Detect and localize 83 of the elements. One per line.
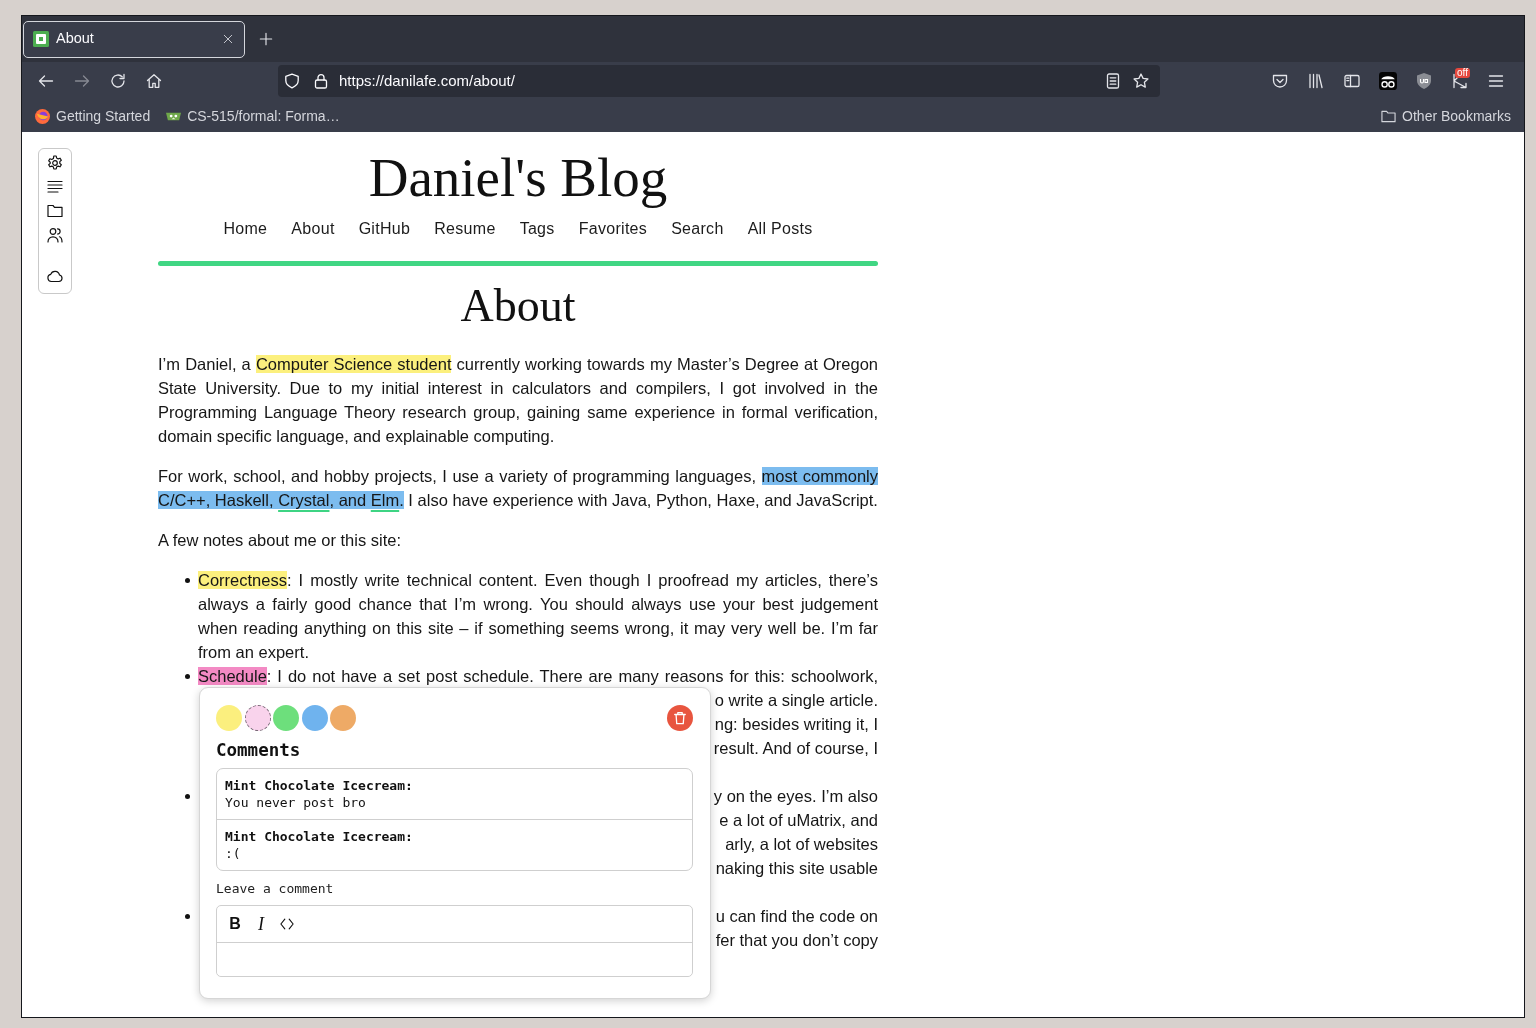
- partial-text: result. And of course, I: [713, 739, 878, 757]
- comment-author: Mint Chocolate Icecream:: [225, 777, 414, 794]
- link[interactable]: Elm: [370, 491, 400, 509]
- nav-link[interactable]: Favorites: [578, 217, 648, 241]
- nav-link[interactable]: All Posts: [747, 217, 813, 241]
- partial-text: e a lot of uMatrix, and: [719, 811, 878, 829]
- nav-link[interactable]: Home: [223, 217, 268, 241]
- cloud-button[interactable]: [47, 268, 63, 284]
- url-text: https://danilafe.com/about/: [339, 70, 516, 91]
- folder-icon: [47, 203, 63, 219]
- comment-author: Mint Chocolate Icecream:: [225, 828, 414, 845]
- lock-icon: [313, 73, 329, 89]
- users-button[interactable]: [47, 227, 63, 243]
- partial-text: arly, a lot of websites: [725, 835, 878, 853]
- nav-link[interactable]: GitHub: [358, 217, 411, 241]
- sidebar-icon: [1344, 73, 1360, 89]
- home-icon: [146, 73, 162, 89]
- partial-text: naking this site usable: [715, 859, 878, 877]
- forward-arrow-icon: [74, 73, 90, 89]
- blog-title[interactable]: Daniel's Blog: [158, 144, 878, 212]
- bullet-icon: [185, 793, 190, 799]
- bookmark-item[interactable]: CS-515/formal: Forma…: [162, 103, 344, 129]
- color-swatch[interactable]: [216, 705, 242, 731]
- nav-link[interactable]: About: [291, 217, 335, 241]
- close-icon: [223, 34, 233, 44]
- document-icon: [1105, 73, 1121, 89]
- folder-icon: [1381, 108, 1397, 124]
- cloud-icon: [47, 268, 63, 284]
- link[interactable]: Crystal: [278, 491, 330, 509]
- color-swatch[interactable]: [273, 705, 299, 731]
- toggle-extension-button[interactable]: off: [1444, 65, 1476, 97]
- text-lines-icon: [47, 179, 63, 195]
- nav-link[interactable]: Search: [671, 217, 724, 241]
- reload-icon: [110, 73, 126, 89]
- bullet-icon: [185, 913, 190, 919]
- page-title: About: [459, 279, 577, 333]
- nav-link[interactable]: Resume: [434, 217, 496, 241]
- comment-text: :(: [225, 845, 242, 862]
- contents-button[interactable]: [47, 179, 63, 195]
- list-item-text: Correctness: I mostly write technical content. Even though I proofread my articles, there’s always a fairly good chance that I’m wrong. You should always use your best judgement when reading anything on this site – if something seems wrong, it may very well be. I’m far from an expert.: [198, 570, 878, 663]
- paragraph: For work, school, and hobby projects, I use a variety of programming languages, most commonly C/C++, Haskell, Crystal, and Elm. I also have experience with Java, Python, Haxe, and JavaScript.: [158, 466, 878, 511]
- address-bar[interactable]: https://danilafe.com/about/: [278, 65, 1160, 97]
- color-swatch[interactable]: [301, 705, 328, 731]
- leave-comment-label: Leave a comment: [216, 880, 335, 897]
- star-icon: [1133, 73, 1149, 89]
- back-arrow-icon: [38, 73, 54, 89]
- partial-text: fer that you don’t copy: [715, 931, 878, 949]
- extension-badge: off: [1455, 68, 1470, 78]
- bold-button[interactable]: B: [224, 913, 246, 935]
- color-swatch[interactable]: [330, 705, 356, 731]
- shield-icon: [284, 73, 300, 89]
- partial-text: u can find the code on: [715, 907, 878, 925]
- delete-button[interactable]: [667, 705, 693, 731]
- partial-text: ng: besides writing it, I: [714, 715, 878, 733]
- bullet-icon: [185, 577, 190, 583]
- color-swatch[interactable]: [244, 705, 271, 731]
- pocket-icon: [1272, 73, 1288, 89]
- settings-button[interactable]: [47, 155, 63, 171]
- trash-icon: [673, 711, 687, 725]
- menu-icon: [1488, 73, 1504, 89]
- bullet-icon: [185, 673, 190, 679]
- favicon-icon: [33, 31, 49, 47]
- comments-heading: Comments: [216, 739, 302, 761]
- folder-button[interactable]: [47, 203, 63, 219]
- goggles-icon: [1379, 72, 1397, 90]
- italic-button[interactable]: I: [250, 913, 272, 935]
- partial-text: y on the eyes. I’m also: [713, 787, 878, 805]
- settings-icon: [47, 155, 63, 171]
- plus-icon: [259, 32, 273, 46]
- comment-text: You never post bro: [225, 794, 367, 811]
- library-icon: [1308, 73, 1324, 89]
- code-icon: [280, 917, 294, 931]
- browser-logo-icon: [35, 108, 50, 124]
- comment-editor[interactable]: B I: [216, 905, 693, 977]
- nav-link[interactable]: Tags: [519, 217, 555, 241]
- paragraph: A few notes about me or this site:: [158, 530, 403, 551]
- browser-tab[interactable]: About: [23, 20, 245, 58]
- partial-text: o write a single article.: [714, 691, 878, 709]
- bookmark-item[interactable]: Getting Started: [31, 103, 155, 129]
- shield-badge-icon: [1416, 73, 1432, 89]
- bookmark-folder[interactable]: Other Bookmarks: [1377, 103, 1515, 129]
- list-item-text: Schedule: I do not have a set post schedule. There are many reasons for this: schoolwork,: [198, 666, 878, 687]
- users-icon: [47, 227, 63, 243]
